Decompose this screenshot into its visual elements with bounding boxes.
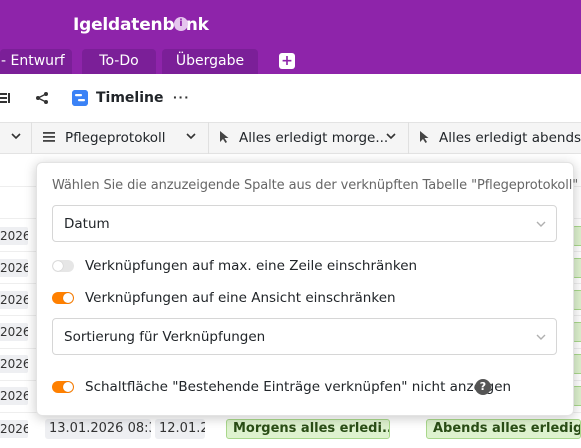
status-chip-morning[interactable]: Morgens alles erledi... [226,419,390,439]
chevron-down-icon [536,221,546,227]
chevron-down-icon[interactable] [11,131,21,141]
date-cell[interactable]: 2026 [0,355,28,373]
linked-entry-chip[interactable]: 12.01.2 [155,419,205,439]
timeline-view-label[interactable]: Timeline [96,90,164,106]
column-pflegeprotokoll[interactable]: Pflegeprotokoll [65,130,166,146]
limit-view-toggle[interactable] [52,292,74,304]
sort-links-select[interactable]: Sortierung für Verknüpfungen [52,318,557,355]
timeline-icon[interactable] [72,90,88,106]
sort-links-placeholder: Sortierung für Verknüpfungen [64,329,266,345]
date-cell[interactable]: 2026 [0,420,28,438]
add-view-plus-icon[interactable]: + [279,53,295,69]
column-alles-erledigt-morgens[interactable]: Alles erledigt morge... [239,130,388,146]
limit-one-row-label: Verknüpfungen auf max. eine Zeile einsch… [85,258,418,274]
tab-uebergabe[interactable]: Übergabe [162,49,258,74]
cursor-icon [420,131,429,143]
date-cell[interactable]: 2026 [0,291,28,309]
share-icon[interactable] [35,91,49,105]
toggle-knob [63,382,73,392]
info-icon[interactable]: i [174,17,188,31]
cursor-icon [220,131,229,143]
linked-entry-chip[interactable]: 13.01.2026 08:31 [45,419,151,439]
tab-to-do[interactable]: To-Do [82,49,156,74]
help-icon[interactable]: ? [475,379,491,395]
toggle-knob [53,261,63,271]
date-cell[interactable]: 2026 [0,227,28,245]
display-column-value: Datum [64,216,110,232]
app-title: Igeldatenbank [73,15,209,35]
date-cell[interactable]: 2026 [0,323,28,341]
chevron-down-icon [536,334,546,340]
limit-view-label: Verknüpfungen auf eine Ansicht einschrän… [85,290,396,306]
link-settings-popover [36,162,574,416]
chevron-down-icon[interactable] [386,131,396,141]
status-chip-evening[interactable]: Abends alles erledigt... [426,419,581,439]
hide-link-button-label: Schaltfläche "Bestehende Einträge verknü… [85,379,512,395]
column-divider [208,122,209,154]
list-icon[interactable] [0,91,10,105]
limit-one-row-toggle[interactable] [52,260,74,272]
column-divider [408,122,409,154]
link-list-icon [43,132,55,142]
hide-link-button-toggle[interactable] [52,381,74,393]
more-icon[interactable]: ··· [173,89,190,105]
chevron-down-icon[interactable] [186,131,196,141]
toggle-knob [63,293,73,303]
date-cell[interactable]: 2026 [0,259,28,277]
display-column-select[interactable]: Datum [52,205,557,242]
column-alles-erledigt-abends[interactable]: Alles erledigt abends? [439,130,581,146]
date-cell[interactable]: 2026 [0,387,28,405]
column-divider [31,122,32,154]
tab-entwurf[interactable]: - Entwurf [0,49,72,74]
popover-description: Wählen Sie die anzuzeigende Spalte aus d… [52,178,579,193]
